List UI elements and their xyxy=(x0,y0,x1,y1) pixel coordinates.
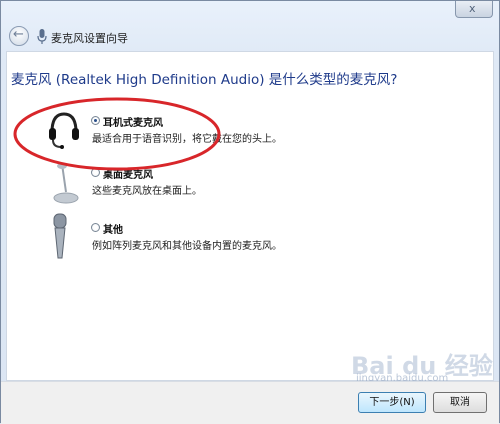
question-heading: 麦克风 (Realtek High Definition Audio) 是什么类… xyxy=(11,72,398,88)
footer-bar: 下一步(N) 取消 xyxy=(1,381,499,424)
wizard-window: x ← 麦克风设置向导 麦克风 (Realtek High Definition… xyxy=(0,0,500,424)
option-other-description: 例如阵列麦克风和其他设备内置的麦克风。 xyxy=(92,241,282,252)
cancel-button[interactable]: 取消 xyxy=(433,392,487,413)
microphone-icon xyxy=(37,29,47,44)
next-button[interactable]: 下一步(N) xyxy=(358,392,426,413)
option-other-radio[interactable] xyxy=(91,223,100,232)
close-icon: x xyxy=(469,2,476,15)
back-arrow-icon: ← xyxy=(13,27,24,42)
option-desktop-description: 这些麦克风放在桌面上。 xyxy=(92,186,202,197)
option-other-title[interactable]: 其他 xyxy=(103,221,123,236)
title-bar: ← 麦克风设置向导 xyxy=(9,26,479,48)
close-button[interactable]: x xyxy=(455,1,493,18)
annotation-circle xyxy=(13,97,221,171)
back-button[interactable]: ← xyxy=(9,26,29,46)
handheld-microphone-icon xyxy=(53,213,67,259)
window-title: 麦克风设置向导 xyxy=(51,32,128,45)
